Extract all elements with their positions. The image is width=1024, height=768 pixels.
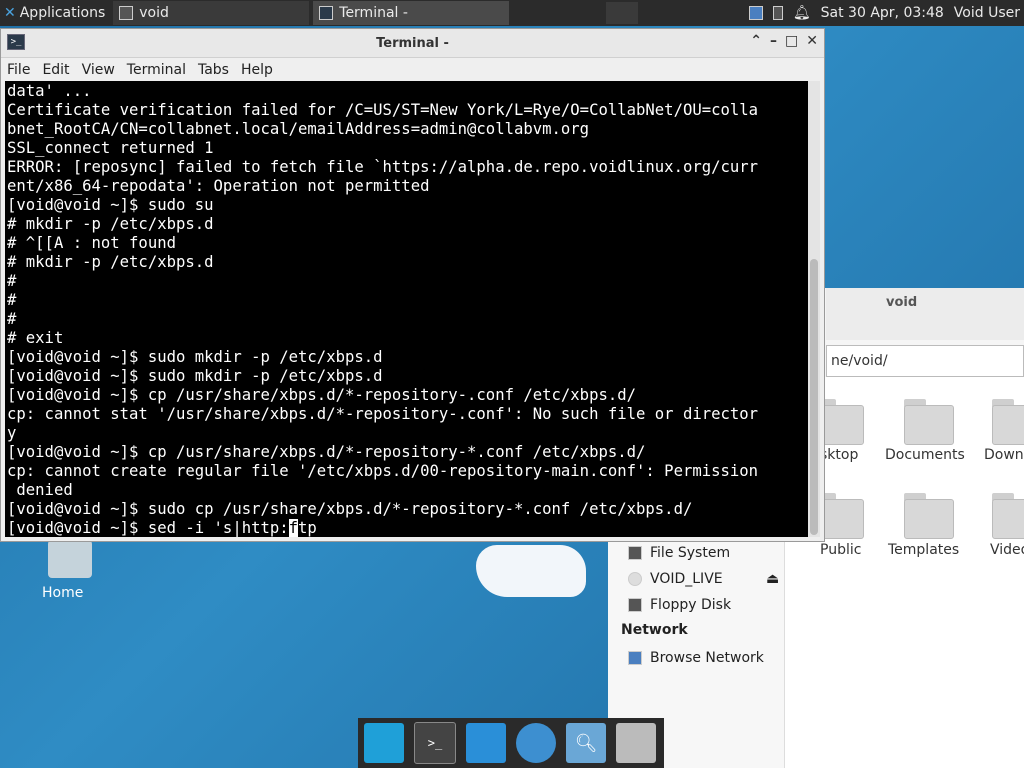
terminal-scrollbar[interactable] [808,81,820,537]
folder-label: Video [990,542,1024,558]
terminal-icon [319,6,334,20]
terminal-screen[interactable]: data' ... Certificate verification faile… [5,81,808,537]
applications-menu[interactable]: ✕ Applications [0,0,109,26]
folder-icon[interactable] [992,395,1024,445]
place-label: VOID_LIVE [650,571,723,587]
folder-label: sktop [820,447,859,463]
minimize-button[interactable]: – [770,33,777,49]
menu-edit[interactable]: Edit [36,62,75,78]
menu-bar: File Edit View Terminal Tabs Help [1,58,824,82]
network-icon [628,651,642,665]
folder-label: Documents [885,447,965,463]
location-field[interactable]: ne/void/ [826,345,1024,377]
place-item[interactable]: File System [628,542,730,564]
folder-icon [119,6,134,20]
search-icon[interactable]: 🔍︎ [566,723,606,763]
menu-view[interactable]: View [76,62,121,78]
applications-label: Applications [19,5,106,21]
shade-button[interactable]: ⌃ [750,33,762,49]
folder-icon[interactable] [992,489,1024,539]
menu-terminal[interactable]: Terminal [121,62,192,78]
taskbar-item-void[interactable]: void [113,1,310,25]
folder-icon[interactable] [904,489,954,539]
home-folder-icon[interactable] [48,540,92,578]
workspace-switcher[interactable] [606,2,638,24]
menu-tabs[interactable]: Tabs [192,62,235,78]
void-logo-icon: ✕ [4,5,16,21]
place-label: File System [650,545,731,561]
notification-bell-icon[interactable]: 🔔︎ [793,5,811,21]
show-desktop-icon[interactable] [364,723,404,763]
floppy-icon [628,598,642,612]
menu-file[interactable]: File [1,62,36,78]
web-browser-icon[interactable] [516,723,556,763]
battery-icon[interactable] [772,6,783,20]
scrollbar-thumb[interactable] [810,259,818,535]
file-manager-launcher-icon[interactable] [466,723,506,763]
disc-icon [628,572,642,586]
close-button[interactable]: ✕ [806,33,818,49]
clock[interactable]: Sat 30 Apr, 03:48 [821,5,944,21]
network-icon[interactable] [748,6,763,20]
dock: >_ 🔍︎ [358,718,664,768]
terminal-launcher-icon[interactable]: >_ [414,722,456,764]
maximize-button[interactable]: □ [785,33,798,49]
terminal-cursor: f [288,519,299,537]
file-manager-titlebar[interactable]: void [826,288,1024,340]
terminal-titlebar[interactable]: >_ Terminal - ⌃ – □ ✕ [1,29,824,58]
place-item[interactable]: VOID_LIVE ⏏ [628,568,779,590]
top-panel: ✕ Applications void Terminal - 🔔︎ Sat 30… [0,0,1024,26]
home-icon-label: Home [42,585,84,601]
taskbar-item-terminal[interactable]: Terminal - [313,1,510,25]
task-label: Terminal - [339,5,408,21]
folder-icon[interactable] [904,395,954,445]
mascot-icon [476,545,586,597]
drive-icon [628,546,642,560]
place-label: Floppy Disk [650,597,732,613]
folder-label: Downlo [984,447,1024,463]
place-item[interactable]: Browse Network [628,647,764,669]
terminal-window: >_ Terminal - ⌃ – □ ✕ File Edit View Ter… [0,28,825,542]
eject-icon[interactable]: ⏏ [766,571,779,587]
network-header: Network [621,622,688,638]
folder-launcher-icon[interactable] [616,723,656,763]
menu-help[interactable]: Help [235,62,279,78]
folder-label: Templates [888,542,960,558]
folder-label: Public [820,542,862,558]
place-label: Browse Network [650,650,764,666]
file-manager-title: void [886,295,918,310]
user-menu[interactable]: Void User [954,5,1020,21]
window-title: Terminal - [376,35,449,51]
terminal-output: data' ... Certificate verification faile… [7,82,759,537]
task-label: void [139,5,169,21]
place-item[interactable]: Floppy Disk [628,594,731,616]
